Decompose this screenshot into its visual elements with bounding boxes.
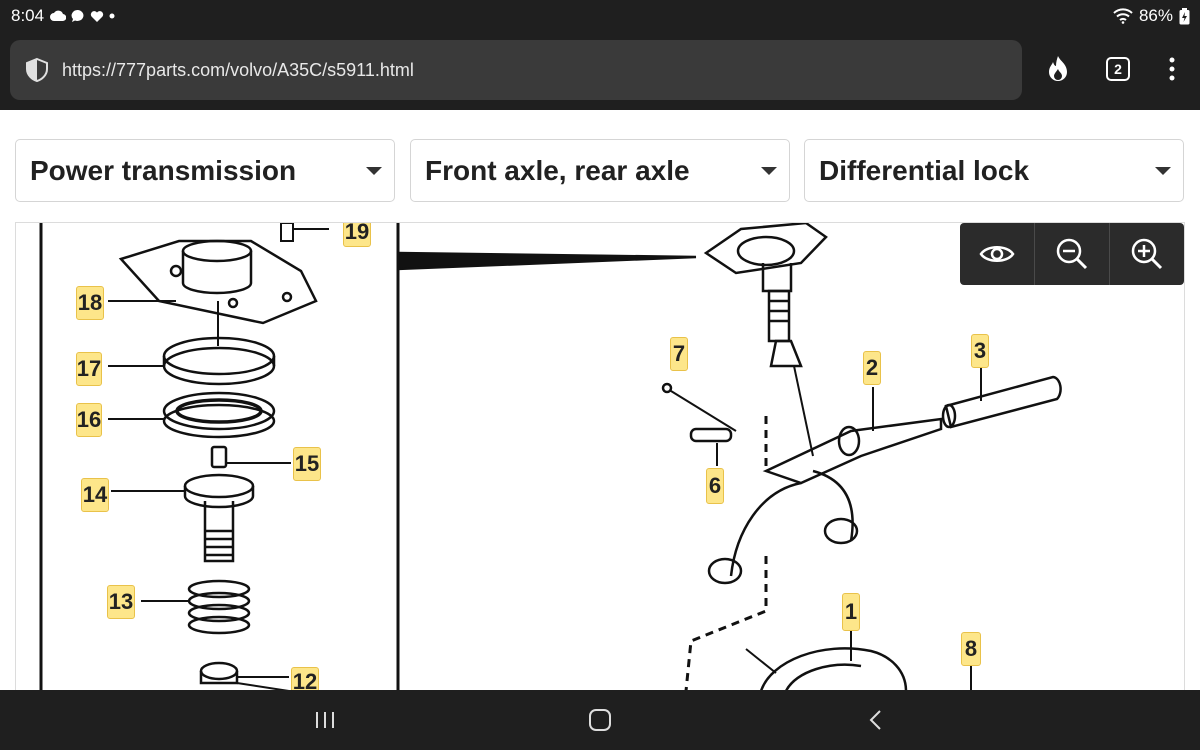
shield-icon[interactable] bbox=[24, 57, 50, 83]
eye-icon bbox=[979, 246, 1015, 262]
home-icon bbox=[589, 709, 611, 731]
system-nav-bar bbox=[0, 690, 1200, 750]
component-select[interactable]: Differential lock bbox=[804, 139, 1184, 202]
callout-6[interactable]: 6 bbox=[706, 468, 724, 504]
zoom-in-icon bbox=[1131, 238, 1163, 270]
zoom-out-button[interactable] bbox=[1035, 223, 1110, 285]
callout-17[interactable]: 17 bbox=[76, 352, 102, 386]
callout-16[interactable]: 16 bbox=[76, 403, 102, 437]
callout-15[interactable]: 15 bbox=[293, 447, 321, 481]
chevron-down-icon bbox=[366, 166, 382, 175]
flame-icon bbox=[1049, 56, 1067, 81]
subcategory-select[interactable]: Front axle, rear axle bbox=[410, 139, 790, 202]
dot-icon bbox=[109, 13, 115, 19]
battery-icon bbox=[1179, 7, 1190, 24]
callout-13[interactable]: 13 bbox=[107, 585, 135, 619]
callout-8[interactable]: 8 bbox=[961, 632, 981, 666]
back-icon bbox=[869, 710, 881, 730]
browser-toolbar: https://777parts.com/volvo/A35C/s5911.ht… bbox=[0, 32, 1200, 110]
menu-button[interactable] bbox=[1155, 52, 1189, 86]
home-button[interactable] bbox=[575, 695, 625, 745]
chevron-down-icon bbox=[1155, 166, 1171, 175]
callout-19[interactable]: 19 bbox=[343, 223, 371, 247]
recents-icon bbox=[316, 712, 334, 728]
page-content: Power transmission Front axle, rear axle… bbox=[0, 110, 1200, 690]
callout-3[interactable]: 3 bbox=[971, 334, 989, 368]
heart-icon bbox=[90, 10, 104, 22]
back-button[interactable] bbox=[850, 695, 900, 745]
callout-1[interactable]: 1 bbox=[842, 593, 860, 631]
parts-diagram[interactable]: 19 18 17 16 15 14 13 12 7 2 3 6 1 8 bbox=[15, 222, 1185, 690]
zoom-in-button[interactable] bbox=[1110, 223, 1184, 285]
recents-button[interactable] bbox=[300, 695, 350, 745]
callout-7[interactable]: 7 bbox=[670, 337, 688, 371]
toggle-labels-button[interactable] bbox=[960, 223, 1035, 285]
wifi-icon bbox=[1113, 8, 1133, 24]
category-select[interactable]: Power transmission bbox=[15, 139, 395, 202]
address-bar[interactable]: https://777parts.com/volvo/A35C/s5911.ht… bbox=[10, 40, 1022, 100]
callout-2[interactable]: 2 bbox=[863, 351, 881, 385]
tabs-button[interactable]: 2 bbox=[1101, 52, 1135, 86]
callout-12[interactable]: 12 bbox=[291, 667, 319, 690]
clock: 8:04 bbox=[11, 6, 45, 25]
notification-icons bbox=[50, 9, 115, 23]
chat-icon bbox=[71, 9, 84, 22]
more-vert-icon bbox=[1169, 57, 1175, 81]
diagram-toolbar bbox=[960, 223, 1184, 285]
flame-button[interactable] bbox=[1041, 52, 1075, 86]
tab-count: 2 bbox=[1106, 57, 1130, 81]
cloud-icon bbox=[50, 10, 67, 22]
exploded-view-drawing bbox=[39, 223, 1062, 690]
component-value: Differential lock bbox=[819, 154, 1030, 186]
callout-14[interactable]: 14 bbox=[81, 478, 109, 512]
battery-percent: 86% bbox=[1138, 6, 1173, 25]
category-value: Power transmission bbox=[30, 154, 297, 186]
url-text[interactable]: https://777parts.com/volvo/A35C/s5911.ht… bbox=[62, 60, 414, 81]
zoom-out-icon bbox=[1056, 238, 1088, 270]
chevron-down-icon bbox=[761, 166, 777, 175]
subcategory-value: Front axle, rear axle bbox=[425, 154, 690, 186]
callout-18[interactable]: 18 bbox=[76, 286, 104, 320]
status-bar: 8:04 86% bbox=[0, 0, 1200, 32]
